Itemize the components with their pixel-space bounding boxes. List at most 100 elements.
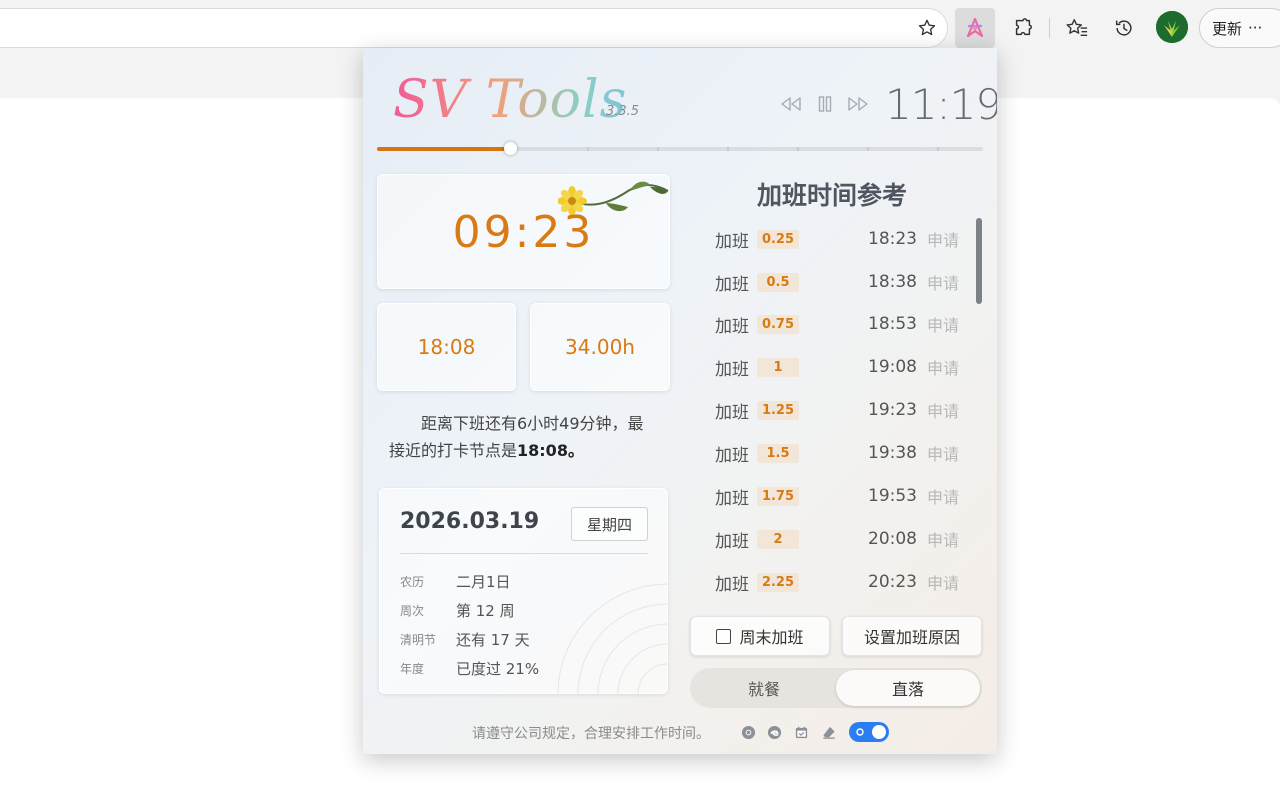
- sv-tools-popup: SV Tools 3.3.5 11:19 09:23 18:08 34.00h …: [363, 48, 997, 754]
- progress-fill: [377, 147, 510, 151]
- info-label: 清明节: [400, 632, 437, 647]
- overtime-label: 加班: [715, 531, 749, 552]
- calendar-icon[interactable]: [793, 724, 810, 741]
- overtime-amount: 0.75: [757, 314, 799, 334]
- set-overtime-reason-button[interactable]: 设置加班原因: [842, 616, 982, 656]
- overtime-time: 19:38: [868, 443, 917, 463]
- favorite-star-icon[interactable]: [910, 13, 944, 43]
- apply-link[interactable]: 申请: [927, 441, 959, 465]
- overtime-amount: 1.75: [757, 486, 799, 506]
- address-bar[interactable]: [0, 8, 948, 48]
- app-version: 3.3.5: [606, 104, 640, 119]
- current-date: 2026.03.19: [400, 509, 540, 534]
- apply-link[interactable]: 申请: [927, 527, 959, 551]
- favorites-icon[interactable]: [1057, 8, 1097, 48]
- overtime-time: 18:38: [868, 272, 917, 292]
- progress-tick: [867, 147, 869, 151]
- remaining-time-text: 距离下班还有6小时49分钟，最接近的打卡节点是18:08。: [389, 410, 651, 464]
- overtime-label: 加班: [715, 488, 749, 509]
- theme-toggle-switch[interactable]: [849, 722, 889, 742]
- apply-link[interactable]: 申请: [927, 484, 959, 508]
- update-button[interactable]: 更新 ···: [1199, 8, 1280, 48]
- weekend-label: 周末加班: [739, 628, 804, 647]
- overtime-row: 加班 1.75 19:53 申请: [715, 481, 967, 511]
- update-label: 更新: [1212, 19, 1243, 38]
- clock-in-time: 09:23: [452, 207, 595, 258]
- weekend-checkbox[interactable]: [716, 628, 732, 644]
- week-number-row: 周次 第 12 周: [400, 599, 515, 621]
- workday-progress-bar: [377, 142, 983, 155]
- overtime-amount: 0.5: [757, 272, 799, 292]
- overtime-amount: 2: [757, 529, 799, 549]
- overtime-time: 19:23: [868, 400, 917, 420]
- off-work-time-card: 18:08: [377, 303, 516, 391]
- info-value: 二月1日: [456, 572, 511, 591]
- overtime-row: 加班 2 20:08 申请: [715, 524, 967, 554]
- overtime-time: 20:08: [868, 529, 917, 549]
- apply-link[interactable]: 申请: [927, 270, 959, 294]
- off-work-time: 18:08: [417, 335, 476, 359]
- overtime-label: 加班: [715, 574, 749, 595]
- apply-link[interactable]: 申请: [927, 227, 959, 251]
- lunar-date-row: 农历 二月1日: [400, 570, 511, 592]
- chrome-icon[interactable]: [740, 724, 757, 741]
- apply-link[interactable]: 申请: [927, 355, 959, 379]
- previous-track-icon[interactable]: [778, 94, 804, 114]
- overtime-amount: 0.25: [757, 229, 799, 249]
- segment-dining[interactable]: 就餐: [692, 670, 836, 706]
- info-value: 第 12 周: [456, 601, 515, 620]
- apply-link[interactable]: 申请: [927, 570, 959, 594]
- edge-icon[interactable]: [766, 724, 783, 741]
- overtime-amount: 1: [757, 357, 799, 377]
- meal-mode-segmented-control: 就餐 直落: [690, 668, 982, 708]
- history-icon[interactable]: [1104, 8, 1144, 48]
- date-card: 2026.03.19 星期四 农历 二月1日 周次 第 12 周 清明节 还有 …: [379, 488, 668, 694]
- pause-icon[interactable]: [812, 94, 838, 114]
- segment-direct[interactable]: 直落: [836, 670, 980, 706]
- overtime-time: 19:53: [868, 486, 917, 506]
- concentric-arcs-decoration: [557, 583, 668, 694]
- overtime-amount: 1.5: [757, 443, 799, 463]
- year-progress-row: 年度 已度过 21%: [400, 657, 539, 679]
- overtime-amount: 2.25: [757, 572, 799, 592]
- overtime-label: 加班: [715, 445, 749, 466]
- info-value: 还有 17 天: [456, 630, 530, 649]
- profile-avatar[interactable]: [1156, 11, 1188, 43]
- more-icon: ···: [1248, 19, 1263, 37]
- overtime-row: 加班 1.25 19:23 申请: [715, 395, 967, 425]
- sv-tools-extension-icon[interactable]: [955, 8, 995, 48]
- toggle-knob: [872, 725, 886, 739]
- info-label: 农历: [400, 574, 425, 589]
- progress-knob[interactable]: [504, 142, 517, 155]
- progress-tick: [797, 147, 799, 151]
- info-label: 周次: [400, 603, 425, 618]
- overtime-title: 加班时间参考: [757, 181, 908, 210]
- settings-icon: [856, 728, 864, 736]
- holiday-countdown-row: 清明节 还有 17 天: [400, 628, 530, 650]
- overtime-label: 加班: [715, 231, 749, 252]
- total-hours-card: 34.00h: [530, 303, 670, 391]
- overtime-row: 加班 0.25 18:23 申请: [715, 224, 967, 254]
- overtime-amount: 1.25: [757, 400, 799, 420]
- weekend-overtime-toggle[interactable]: 周末加班: [690, 616, 830, 656]
- reason-label: 设置加班原因: [863, 628, 960, 647]
- overtime-list: 加班 0.25 18:23 申请 加班 0.5 18:38 申请 加班 0.75…: [715, 220, 975, 610]
- progress-tick: [587, 147, 589, 151]
- apply-link[interactable]: 申请: [927, 312, 959, 336]
- nearest-node-time: 18:08: [517, 441, 568, 460]
- overtime-scrollbar[interactable]: [976, 218, 982, 304]
- total-hours: 34.00h: [565, 335, 635, 359]
- current-time: 11:19: [885, 80, 997, 129]
- progress-tick: [657, 147, 659, 151]
- overtime-label: 加班: [715, 359, 749, 380]
- extensions-puzzle-icon[interactable]: [1003, 8, 1043, 48]
- apply-link[interactable]: 申请: [927, 398, 959, 422]
- date-divider: [400, 553, 648, 554]
- progress-tick: [937, 147, 939, 151]
- eraser-icon[interactable]: [820, 724, 837, 741]
- overtime-row: 加班 0.75 18:53 申请: [715, 309, 967, 339]
- next-track-icon[interactable]: [845, 94, 871, 114]
- remaining-suffix: 。: [567, 441, 584, 460]
- toolbar-separator: [1049, 18, 1050, 38]
- overtime-row: 加班 2.25 20:23 申请: [715, 567, 967, 597]
